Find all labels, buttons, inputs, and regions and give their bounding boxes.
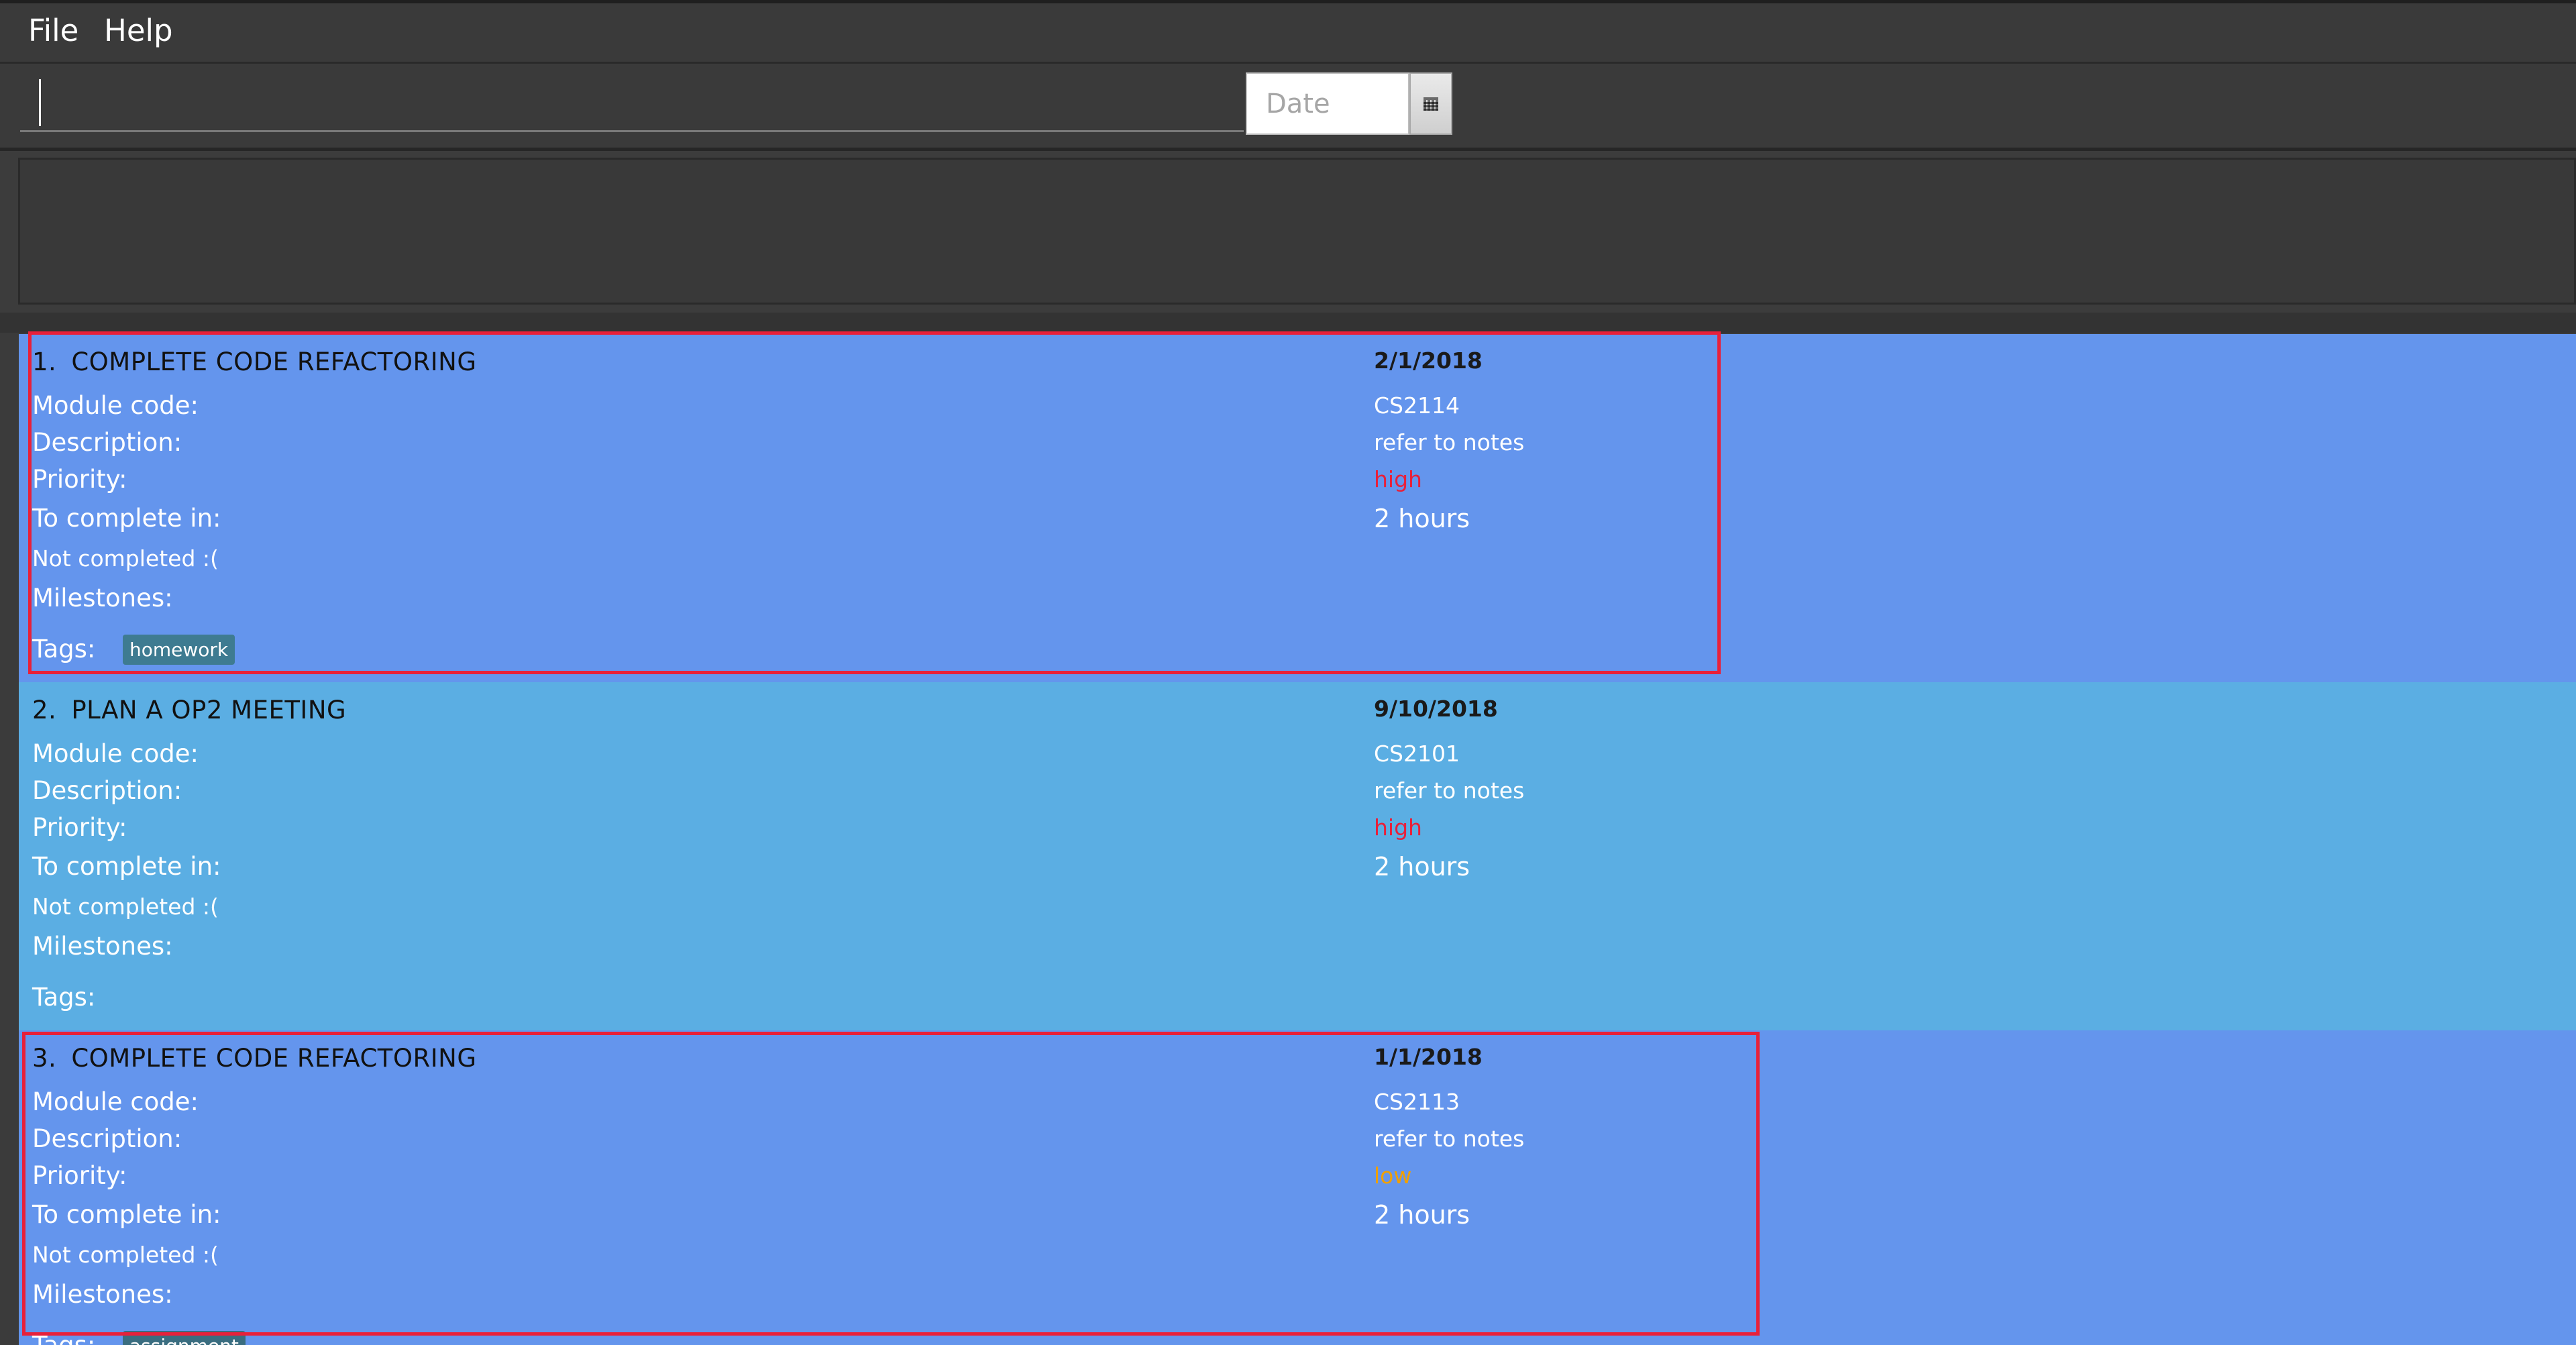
time-label: To complete in: <box>32 1200 221 1229</box>
completion-status: Not completed :( <box>32 545 219 572</box>
list-left-rail <box>0 333 19 1345</box>
priority-label: Priority: <box>32 813 127 842</box>
priority-value: low <box>1374 1163 1412 1189</box>
app-window: File Help 1. COMPLETE CODE REFACTORING 2/… <box>0 0 2576 1345</box>
tag-chip: assignment <box>123 1331 246 1345</box>
time-label: To complete in: <box>32 504 221 533</box>
priority-label: Priority: <box>32 1161 127 1190</box>
date-picker-button[interactable] <box>1409 72 1452 135</box>
module-value: CS2101 <box>1374 741 1460 767</box>
task-title-text: COMPLETE CODE REFACTORING <box>71 1044 477 1073</box>
task-index: 3. <box>32 1044 57 1073</box>
module-label: Module code: <box>32 1087 199 1116</box>
description-value: refer to notes <box>1374 1126 1525 1152</box>
task-deadline: 9/10/2018 <box>1374 696 1498 722</box>
task-index: 1. <box>32 347 57 376</box>
module-label: Module code: <box>32 739 199 768</box>
description-value: refer to notes <box>1374 777 1525 804</box>
module-label: Module code: <box>32 391 199 420</box>
description-label: Description: <box>32 776 182 805</box>
time-value: 2 hours <box>1374 852 1470 881</box>
task-title: 3. COMPLETE CODE REFACTORING <box>32 1044 477 1073</box>
task-deadline: 2/1/2018 <box>1374 347 1483 374</box>
priority-value: high <box>1374 814 1422 841</box>
panel-divider <box>0 313 2576 333</box>
text-caret <box>39 79 41 126</box>
menu-file[interactable]: File <box>28 13 78 48</box>
tags-label: Tags: <box>32 635 96 663</box>
task-title: 2. PLAN A OP2 MEETING <box>32 696 346 724</box>
time-value: 2 hours <box>1374 1200 1470 1230</box>
description-value: refer to notes <box>1374 429 1525 455</box>
time-label: To complete in: <box>32 852 221 881</box>
task-index: 2. <box>32 696 57 724</box>
description-label: Description: <box>32 428 182 457</box>
task-card[interactable]: 3. COMPLETE CODE REFACTORING 1/1/2018 Mod… <box>19 1030 2576 1345</box>
milestones-label: Milestones: <box>32 1280 173 1309</box>
calendar-icon <box>1424 97 1438 111</box>
milestones-label: Milestones: <box>32 584 173 612</box>
priority-label: Priority: <box>32 465 127 494</box>
completion-status: Not completed :( <box>32 1242 219 1268</box>
tags-label: Tags: <box>32 983 96 1012</box>
module-value: CS2114 <box>1374 392 1460 419</box>
menu-help[interactable]: Help <box>104 13 173 48</box>
tag-chip: homework <box>123 635 235 665</box>
result-display <box>18 158 2576 305</box>
task-deadline: 1/1/2018 <box>1374 1044 1483 1070</box>
priority-value: high <box>1374 466 1422 492</box>
menu-bar: File Help <box>0 3 2576 64</box>
task-card[interactable]: 2. PLAN A OP2 MEETING 9/10/2018 Module co… <box>19 682 2576 1030</box>
milestones-label: Milestones: <box>32 932 173 961</box>
task-title-text: PLAN A OP2 MEETING <box>71 696 347 724</box>
time-value: 2 hours <box>1374 504 1470 533</box>
module-value: CS2113 <box>1374 1089 1460 1115</box>
date-field[interactable] <box>1246 72 1409 135</box>
task-card[interactable]: 1. COMPLETE CODE REFACTORING 2/1/2018 Mod… <box>19 334 2576 682</box>
task-title: 1. COMPLETE CODE REFACTORING <box>32 347 477 376</box>
command-input[interactable] <box>20 76 1244 132</box>
completion-status: Not completed :( <box>32 894 219 920</box>
description-label: Description: <box>32 1124 182 1153</box>
tags-label: Tags: <box>32 1331 95 1345</box>
task-title-text: COMPLETE CODE REFACTORING <box>71 347 477 376</box>
